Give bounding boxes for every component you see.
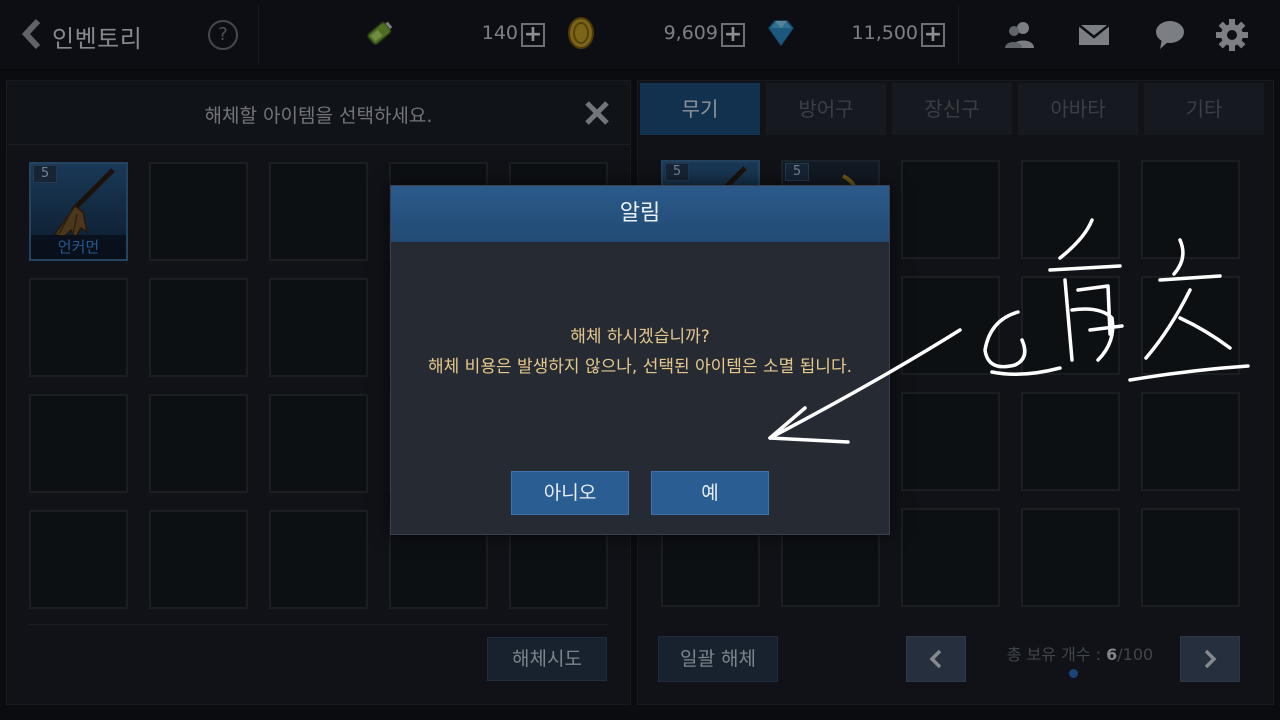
no-button[interactable]: 아니오 — [511, 471, 629, 515]
yes-button[interactable]: 예 — [651, 471, 769, 515]
handwritten-annotation — [768, 218, 1250, 444]
